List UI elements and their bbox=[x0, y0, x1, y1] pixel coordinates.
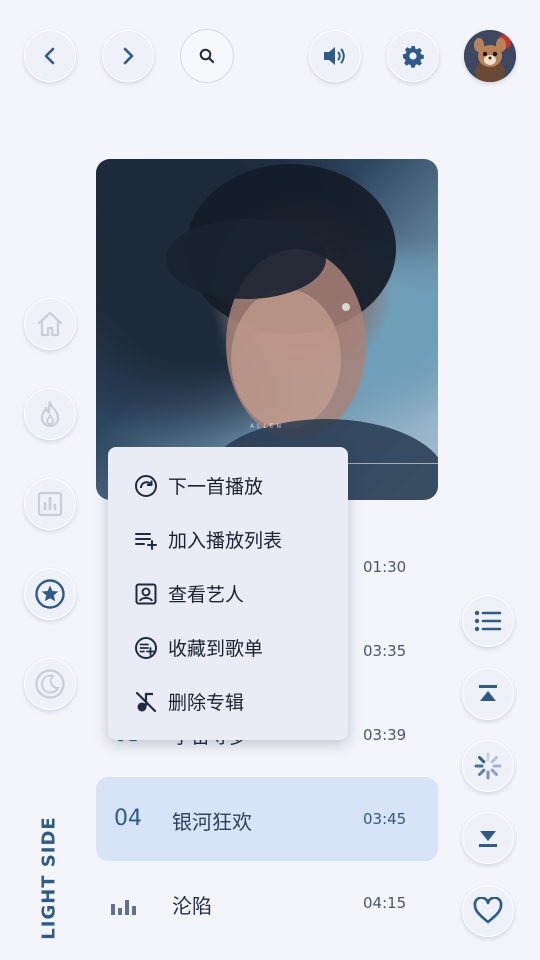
artist-icon bbox=[134, 582, 158, 606]
delete-album-icon bbox=[134, 690, 158, 714]
menu-item-label: 加入播放列表 bbox=[168, 530, 283, 552]
search-icon bbox=[199, 48, 215, 64]
fire-icon bbox=[40, 400, 60, 428]
loading-button[interactable] bbox=[462, 740, 514, 792]
sidebar-item-chart[interactable] bbox=[24, 478, 76, 530]
moon-icon bbox=[35, 669, 65, 699]
sidebar-item-dark-mode[interactable] bbox=[24, 658, 76, 710]
track-duration: 01:30 bbox=[363, 558, 407, 576]
play-next-icon bbox=[134, 474, 158, 498]
add-to-playlist-icon bbox=[134, 528, 158, 552]
heart-icon bbox=[473, 897, 503, 924]
volume-button[interactable] bbox=[309, 30, 361, 82]
menu-item-view-artist[interactable]: 查看艺人 bbox=[134, 580, 244, 607]
menu-item-label: 收藏到歌单 bbox=[168, 638, 264, 660]
avatar-image bbox=[464, 30, 516, 82]
menu-item-label: 删除专辑 bbox=[168, 692, 245, 714]
track-duration: 03:39 bbox=[363, 726, 407, 744]
star-icon bbox=[35, 579, 65, 609]
menu-item-play-next[interactable]: 下一首播放 bbox=[134, 472, 263, 499]
track-duration: 04:15 bbox=[363, 894, 407, 912]
sidebar-item-favorites[interactable] bbox=[24, 568, 76, 620]
chevron-left-icon bbox=[44, 47, 55, 65]
track-title: 银河狂欢 bbox=[172, 810, 252, 834]
scroll-bottom-button[interactable] bbox=[462, 812, 514, 864]
track-duration: 03:35 bbox=[363, 642, 407, 660]
equalizer-icon bbox=[111, 900, 136, 915]
back-button[interactable] bbox=[24, 30, 76, 82]
loading-icon bbox=[474, 752, 502, 780]
track-number: 04 bbox=[114, 806, 142, 831]
user-avatar[interactable] bbox=[464, 30, 516, 82]
menu-item-add-to-playlist[interactable]: 加入播放列表 bbox=[134, 526, 282, 553]
search-button[interactable] bbox=[181, 30, 233, 82]
brand-label: LIGHT SIDE bbox=[38, 816, 60, 940]
album-watermark: ALLEN bbox=[249, 423, 285, 430]
scroll-top-button[interactable] bbox=[462, 668, 514, 720]
playlist-button[interactable] bbox=[462, 595, 514, 647]
settings-button[interactable] bbox=[387, 30, 439, 82]
sidebar-item-hot[interactable] bbox=[24, 388, 76, 440]
chart-icon bbox=[37, 491, 63, 517]
list-icon bbox=[474, 610, 502, 632]
menu-item-save-to-list[interactable]: 收藏到歌单 bbox=[134, 634, 263, 661]
like-button[interactable] bbox=[462, 885, 514, 937]
menu-item-label: 下一首播放 bbox=[168, 476, 264, 498]
track-title: 沦陷 bbox=[172, 894, 212, 918]
save-to-list-icon bbox=[134, 636, 158, 660]
scroll-bottom-icon bbox=[479, 831, 497, 847]
forward-button[interactable] bbox=[102, 30, 154, 82]
track-duration: 03:45 bbox=[363, 810, 407, 828]
scroll-top-icon bbox=[479, 685, 497, 701]
chevron-right-icon bbox=[123, 47, 134, 65]
sidebar-item-home[interactable] bbox=[24, 298, 76, 350]
context-menu: 下一首播放 加入播放列表 查看艺人 收藏到歌单 删除专辑 bbox=[108, 447, 348, 740]
menu-item-delete-album[interactable]: 删除专辑 bbox=[134, 688, 244, 715]
gear-icon bbox=[403, 46, 424, 68]
menu-item-label: 查看艺人 bbox=[168, 584, 245, 606]
volume-icon bbox=[324, 47, 345, 65]
home-icon bbox=[37, 311, 63, 337]
